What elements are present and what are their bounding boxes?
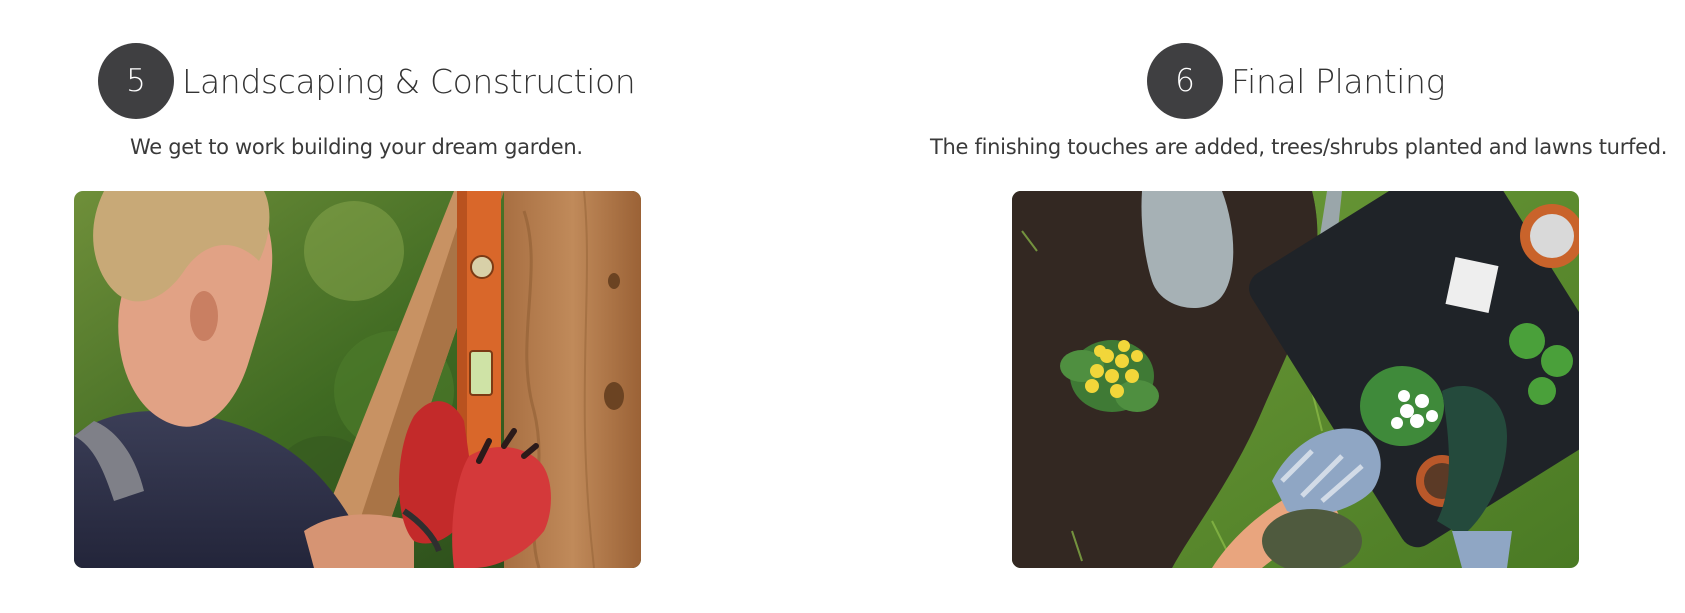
step-heading: 6 Final Planting (1147, 43, 1445, 119)
step-heading: 5 Landscaping & Construction (98, 43, 636, 119)
step-number-badge: 6 (1147, 43, 1223, 119)
step-title: Landscaping & Construction (182, 61, 636, 101)
step-description: We get to work building your dream garde… (130, 135, 583, 159)
construction-photo (74, 191, 641, 568)
step-number-badge: 5 (98, 43, 174, 119)
step-landscaping-construction: 5 Landscaping & Construction We get to w… (0, 0, 720, 613)
step-title: Final Planting (1231, 61, 1445, 101)
planting-photo (1012, 191, 1579, 568)
step-final-planting: 6 Final Planting The finishing touches a… (842, 0, 1685, 613)
step-description: The finishing touches are added, trees/s… (930, 135, 1668, 159)
